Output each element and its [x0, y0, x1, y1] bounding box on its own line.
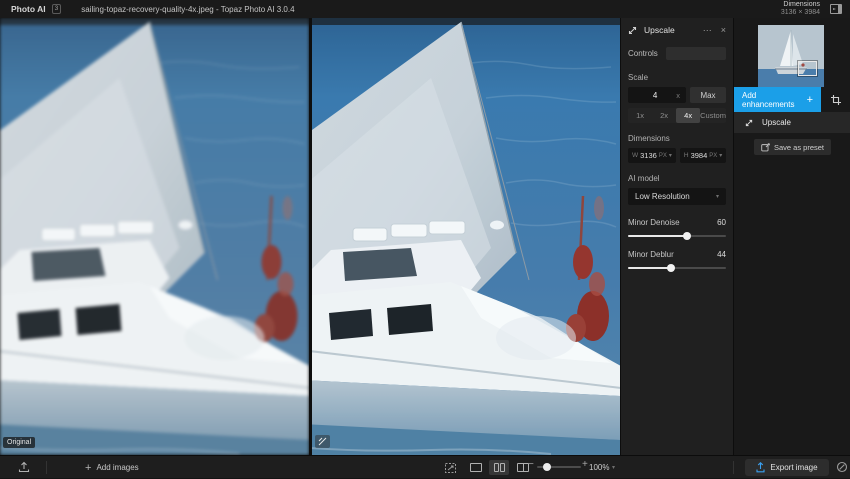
chevron-down-icon[interactable]: ▾: [612, 464, 615, 471]
enhanced-image: [312, 18, 620, 455]
export-icon: [756, 462, 765, 473]
panel-title: Upscale: [644, 25, 703, 35]
chevron-down-icon: ▾: [719, 152, 722, 159]
collapse-panel-icon[interactable]: [830, 4, 842, 14]
scale-options: 1x 2x 4x Custom: [628, 108, 726, 123]
scale-section-label: Scale: [628, 73, 726, 82]
controls-tab-label[interactable]: Controls: [628, 49, 666, 58]
original-image: [0, 18, 309, 455]
scale-option-custom[interactable]: Custom: [700, 108, 726, 123]
original-label-badge: Original: [3, 437, 35, 448]
zoom-level-value[interactable]: 100%: [589, 463, 609, 472]
upscale-expand-icon: [745, 119, 753, 127]
ai-model-dropdown[interactable]: Low Resolution ▾: [628, 188, 726, 205]
original-image-pane[interactable]: Original: [0, 18, 309, 455]
panel-menu-icon[interactable]: ⋯: [703, 25, 713, 36]
single-view-button[interactable]: [466, 460, 486, 475]
open-files-icon[interactable]: [18, 461, 30, 473]
navigator-icon[interactable]: [445, 463, 456, 473]
plus-icon: +: [807, 94, 813, 106]
scale-option-1x[interactable]: 1x: [628, 108, 652, 123]
image-thumbnail[interactable]: [758, 25, 824, 87]
panel-close-icon[interactable]: ×: [721, 25, 726, 35]
enhancement-item-upscale[interactable]: Upscale: [734, 112, 850, 133]
upscale-panel: Upscale ⋯ × Controls Scale 4 x Max 1x 2x…: [620, 18, 733, 455]
add-images-button[interactable]: + Add images: [85, 456, 139, 479]
divider: [733, 461, 734, 474]
crop-button[interactable]: [821, 87, 850, 112]
ai-model-section-label: AI model: [628, 174, 726, 183]
controls-value-box[interactable]: [666, 47, 726, 60]
document-title: sailing-topaz-recovery-quality-4x.jpeg -…: [81, 5, 294, 14]
scale-option-4x[interactable]: 4x: [676, 108, 700, 123]
comparison-canvas[interactable]: Original: [0, 18, 620, 455]
image-dimensions: Dimensions 3136 × 3984: [781, 1, 820, 17]
minor-deblur-value: 44: [717, 250, 726, 259]
minor-deblur-slider[interactable]: [628, 267, 726, 269]
minor-denoise-value: 60: [717, 218, 726, 227]
slider-handle[interactable]: [683, 232, 691, 240]
height-field[interactable]: H 3984 PX ▾: [680, 148, 726, 163]
scale-value-input[interactable]: 4 x: [628, 87, 686, 103]
dimensions-section-label: Dimensions: [628, 134, 726, 143]
slider-handle[interactable]: [667, 264, 675, 272]
chevron-down-icon: ▾: [669, 152, 672, 159]
zoom-slider[interactable]: [537, 466, 581, 468]
zoom-region-indicator[interactable]: [798, 61, 817, 76]
enhanced-image-pane[interactable]: [312, 18, 620, 455]
plus-icon: +: [85, 462, 91, 474]
zoom-in-button[interactable]: +: [582, 459, 588, 470]
enhancements-sidebar: Add enhancements + Upscale Save as prese…: [733, 18, 850, 455]
save-as-preset-button[interactable]: Save as preset: [754, 139, 831, 155]
add-enhancements-button[interactable]: Add enhancements +: [734, 87, 821, 112]
bottom-toolbar: + Add images − + 100% ▾ Export image: [0, 455, 850, 478]
minor-denoise-label: Minor Denoise: [628, 218, 717, 227]
zoom-slider-handle[interactable]: [543, 463, 551, 471]
side-by-side-view-button[interactable]: [489, 460, 509, 475]
divider: [46, 461, 47, 474]
thumbnail-image: [758, 25, 824, 87]
minor-deblur-label: Minor Deblur: [628, 250, 717, 259]
width-field[interactable]: W 3136 PX ▾: [628, 148, 676, 163]
save-preset-icon: [761, 143, 770, 152]
scale-max-button[interactable]: Max: [690, 87, 726, 103]
sparkle-icon: [318, 437, 327, 446]
titlebar: Photo AI 3 sailing-topaz-recovery-qualit…: [0, 0, 850, 18]
lens-icon[interactable]: [836, 461, 848, 473]
app-logo: Photo AI: [11, 4, 46, 14]
minor-denoise-slider[interactable]: [628, 235, 726, 237]
scale-option-2x[interactable]: 2x: [652, 108, 676, 123]
enhanced-preview-badge: [315, 435, 330, 448]
zoom-out-button[interactable]: −: [528, 459, 534, 470]
version-badge: 3: [52, 4, 62, 14]
crop-icon: [831, 95, 841, 105]
export-image-button[interactable]: Export image: [745, 459, 829, 476]
upscale-expand-icon: [628, 26, 637, 35]
chevron-down-icon: ▾: [716, 193, 719, 200]
